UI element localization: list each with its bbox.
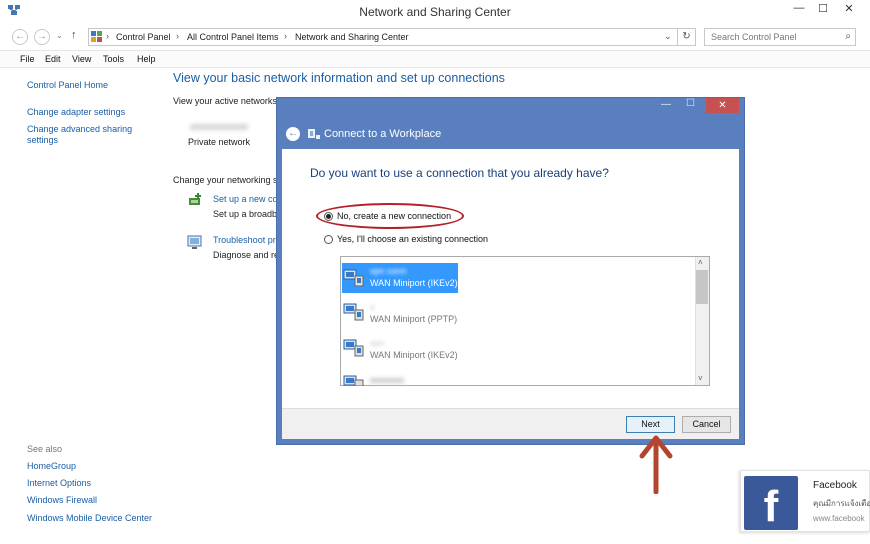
connection-type: WAN Miniport (IKEv2) xyxy=(370,278,458,288)
page-title: View your basic network information and … xyxy=(173,71,505,85)
new-connection-icon xyxy=(187,192,203,208)
menu-help[interactable]: Help xyxy=(137,54,156,64)
change-adapter-settings-link[interactable]: Change adapter settings xyxy=(27,107,125,117)
window-title: Network and Sharing Center xyxy=(359,5,511,19)
scroll-up-icon[interactable]: ˄ xyxy=(698,258,703,267)
workplace-icon xyxy=(307,127,321,141)
troubleshoot-icon xyxy=(187,234,203,250)
connection-name-redacted xyxy=(370,378,404,383)
cancel-button[interactable]: Cancel xyxy=(682,416,731,433)
connection-name: vpn conn xyxy=(370,266,407,276)
menu-tools[interactable]: Tools xyxy=(103,54,124,64)
vpn-connection-icon xyxy=(343,268,364,287)
facebook-url: www.facebook xyxy=(813,514,865,523)
troubleshoot-desc: Diagnose and re xyxy=(213,250,280,260)
breadcrumb-network-center[interactable]: Network and Sharing Center xyxy=(295,32,409,42)
radio-new-connection-label[interactable]: No, create a new connection xyxy=(337,211,451,221)
internet-options-link[interactable]: Internet Options xyxy=(27,478,91,488)
chevron-right-icon[interactable]: › xyxy=(176,31,179,41)
control-panel-home-link[interactable]: Control Panel Home xyxy=(27,80,108,90)
up-button[interactable]: ↑ xyxy=(71,29,77,41)
dialog-maximize-button[interactable]: ☐ xyxy=(686,98,695,109)
forward-button[interactable]: → xyxy=(34,29,50,45)
setup-connection-desc: Set up a broadb xyxy=(213,209,278,219)
search-input[interactable]: Search Control Panel ⌕ xyxy=(704,28,856,46)
setup-connection-link[interactable]: Set up a new co xyxy=(213,194,278,204)
close-button[interactable]: ✕ xyxy=(838,2,860,18)
facebook-title: Facebook xyxy=(813,480,857,491)
menu-edit[interactable]: Edit xyxy=(45,54,61,64)
vpn-connection-icon xyxy=(343,302,364,321)
dialog-title: Connect to a Workplace xyxy=(324,128,442,140)
next-button[interactable]: Next xyxy=(626,416,675,433)
radio-existing-connection-label[interactable]: Yes, I'll choose an existing connection xyxy=(337,234,488,244)
annotation-arrow-icon xyxy=(639,435,673,494)
dialog-back-button[interactable]: ← xyxy=(286,127,300,141)
change-advanced-sharing-link[interactable]: Change advanced sharing settings xyxy=(27,124,147,146)
search-placeholder: Search Control Panel xyxy=(711,32,797,42)
dialog-close-button[interactable]: ✕ xyxy=(706,98,739,113)
scroll-thumb[interactable] xyxy=(696,270,708,304)
homegroup-link[interactable]: HomeGroup xyxy=(27,461,76,471)
dialog-question: Do you want to use a connection that you… xyxy=(310,166,609,180)
connection-type: WAN Miniport (PPTP) xyxy=(370,314,458,324)
breadcrumb-all-items[interactable]: All Control Panel Items xyxy=(187,32,279,42)
refresh-button[interactable]: ↻ xyxy=(678,28,696,46)
network-name-redacted xyxy=(190,124,248,130)
see-also-heading: See also xyxy=(27,444,63,454)
recent-pages-icon[interactable]: ⌄ xyxy=(56,31,63,40)
menu-view[interactable]: View xyxy=(72,54,91,64)
active-networks-label: View your active networks xyxy=(173,96,277,106)
breadcrumb-control-panel[interactable]: Control Panel xyxy=(116,32,171,42)
search-icon[interactable]: ⌕ xyxy=(845,31,851,42)
radio-new-connection[interactable] xyxy=(324,212,333,221)
maximize-button[interactable]: ☐ xyxy=(812,2,834,18)
menu-file[interactable]: File xyxy=(20,54,35,64)
radio-existing-connection[interactable] xyxy=(324,235,333,244)
facebook-logo-icon: f xyxy=(744,476,798,530)
back-button[interactable]: ← xyxy=(12,29,28,45)
dialog-minimize-button[interactable]: — xyxy=(661,99,671,110)
minimize-button[interactable]: — xyxy=(788,2,810,18)
windows-mobile-device-center-link[interactable]: Windows Mobile Device Center xyxy=(27,513,152,523)
network-type-label: Private network xyxy=(188,137,251,147)
connection-name: vpn xyxy=(370,338,385,348)
scroll-down-icon[interactable]: ˅ xyxy=(698,374,703,383)
connection-type: WAN Miniport (IKEv2) xyxy=(370,350,458,360)
troubleshoot-link[interactable]: Troubleshoot pr xyxy=(213,235,276,245)
vpn-connection-icon xyxy=(343,374,364,388)
control-panel-icon xyxy=(91,31,102,42)
chevron-right-icon[interactable]: › xyxy=(284,31,287,41)
vpn-connection-icon xyxy=(343,338,364,357)
chevron-right-icon[interactable]: › xyxy=(106,31,109,41)
change-settings-label: Change your networking s xyxy=(173,175,278,185)
windows-firewall-link[interactable]: Windows Firewall xyxy=(27,495,97,505)
connection-name: s xyxy=(370,302,375,312)
facebook-subtitle: คุณมีการแจ้งเตือ xyxy=(813,499,870,508)
menu-bar xyxy=(0,50,870,68)
address-dropdown-icon[interactable]: ⌄ xyxy=(664,31,672,42)
